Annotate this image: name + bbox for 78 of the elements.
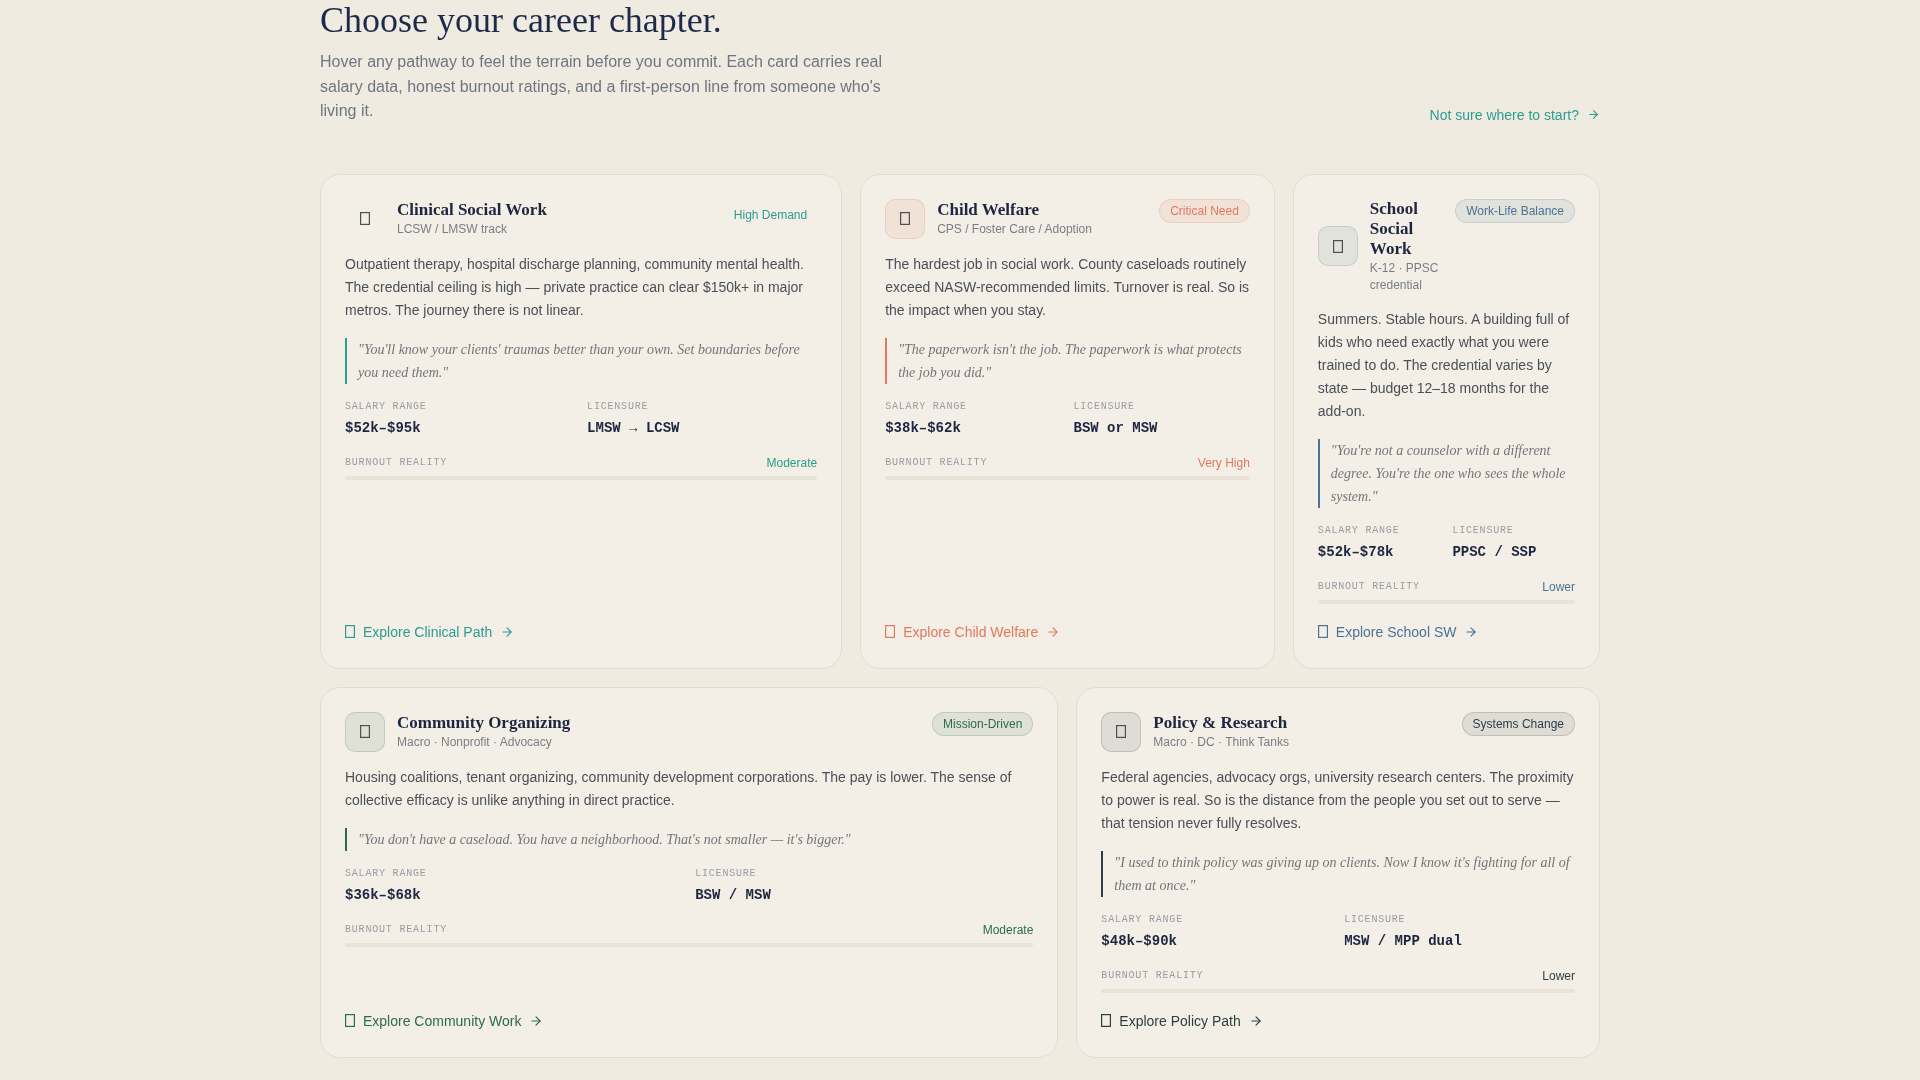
- burnout-reading: Lower: [1542, 579, 1575, 594]
- stat-value: LMSW → LCSW: [587, 418, 681, 438]
- card-description: The hardest job in social work. County caseloads routinely exceed NASW-recommended limits. Turnover is real. So is the impact when you stay.: [885, 254, 1250, 320]
- category-badge: Systems Change: [1461, 711, 1575, 736]
- card-title: Child Welfare: [937, 199, 1041, 220]
- square-icon: [345, 711, 385, 752]
- card-quote: "The paperwork isn't the job. The paperwork is what protects the job you did.": [885, 337, 1250, 384]
- explore-link[interactable]: Explore Community Work: [345, 1008, 544, 1033]
- arrow-right-icon: [500, 624, 515, 639]
- explore-link[interactable]: Explore School SW: [1317, 619, 1479, 644]
- card-description: Housing coalitions, tenant organizing, community development corporations. The pay is lower. The sense of collective efficacy is unlike anything in direct practice.: [345, 767, 1013, 810]
- stat-value: BSW / MSW: [695, 885, 772, 905]
- card-quote: "You're not a counselor with a different degree. You're the one who sees the whole system.": [1317, 438, 1575, 508]
- card-title: School Social Work: [1369, 198, 1419, 259]
- explore-link[interactable]: Explore Child Welfare: [885, 619, 1061, 644]
- card-description: Federal agencies, advocacy orgs, university research centers. The proximity to power is real. So is the distance from the people you set out to serve — that tension never fully resolves.: [1101, 767, 1575, 833]
- stat-value: BSW or MSW: [1073, 418, 1159, 438]
- explore-link[interactable]: Explore Clinical Path: [345, 619, 515, 644]
- burnout-reading: Lower: [1542, 968, 1575, 983]
- page-title: Choose your career chapter.: [320, 0, 723, 41]
- card-subtitle: CPS / Foster Care / Adoption: [937, 220, 1092, 238]
- square-icon: [1317, 625, 1328, 638]
- arrow-right-icon: [1464, 624, 1479, 639]
- stat-label: BURNOUT REALITY: [1317, 579, 1420, 594]
- stat-label: BURNOUT REALITY: [1101, 968, 1204, 983]
- card-subtitle: Macro · DC · Think Tanks: [1153, 733, 1289, 751]
- square-icon: [1101, 1014, 1112, 1027]
- stat-value: $38k–$62k: [885, 418, 962, 438]
- card-quote: "You'll know your clients' traumas better than your own. Set boundaries before you need them.": [345, 337, 818, 384]
- stat-label: SALARY RANGE: [885, 399, 968, 414]
- square-icon: [1317, 226, 1358, 266]
- arrow-right-icon: [1046, 624, 1061, 639]
- card-subtitle: Macro · Nonprofit · Advocacy: [397, 733, 553, 751]
- stat-label: LICENSURE: [587, 399, 650, 414]
- stat-label: SALARY RANGE: [1101, 912, 1184, 927]
- category-badge: Critical Need: [1159, 198, 1250, 223]
- square-icon: [885, 198, 926, 239]
- card-description: Outpatient therapy, hospital discharge planning, community mental health. The credential ceiling is high — private practice can clear $150k+ in major metros. The journey there is not linear.: [345, 254, 805, 320]
- stat-label: LICENSURE: [1073, 399, 1136, 414]
- stat-value: $36k–$68k: [345, 885, 422, 905]
- stat-label: SALARY RANGE: [1317, 523, 1401, 538]
- card-subtitle: LCSW / LMSW track: [397, 220, 508, 238]
- stat-label: BURNOUT REALITY: [885, 455, 988, 470]
- card-title: Policy & Research: [1153, 712, 1289, 733]
- help-link[interactable]: Not sure where to start?: [1429, 104, 1600, 125]
- intro-text: Hover any pathway to feel the terrain before you commit. Each card carries real salary data, honest burnout ratings, and a first-person line from someone who's living it.: [320, 52, 884, 121]
- burnout-reading: Moderate: [982, 922, 1034, 937]
- card-title: Community Organizing: [397, 712, 571, 733]
- card-quote: "I used to think policy was giving up on clients. Now I know it's fighting for all of them at once.": [1101, 850, 1575, 897]
- card-subtitle: K-12 · PPSC credential: [1369, 259, 1440, 294]
- stat-label: SALARY RANGE: [345, 399, 428, 414]
- stat-label: BURNOUT REALITY: [345, 455, 447, 470]
- stat-value: $52k–$95k: [345, 418, 422, 438]
- square-icon: [360, 212, 370, 225]
- arrow-right-icon: [529, 1013, 544, 1028]
- category-label: High Demand: [733, 207, 808, 222]
- stat-label: LICENSURE: [695, 866, 758, 881]
- burnout-reading: Very High: [1197, 455, 1250, 470]
- square-icon: [345, 1014, 355, 1027]
- card-quote: "You don't have a caseload. You have a neighborhood. That's not smaller — it's bigger.": [345, 827, 1034, 851]
- stat-value: $52k–$78k: [1317, 542, 1395, 562]
- stat-label: LICENSURE: [1344, 912, 1407, 927]
- stat-value: PPSC / SSP: [1452, 542, 1538, 562]
- burnout-reading: Moderate: [766, 455, 818, 470]
- category-badge: Mission-Driven: [932, 711, 1034, 736]
- category-badge: Work-Life Balance: [1455, 198, 1575, 223]
- square-icon: [345, 625, 355, 638]
- stat-label: SALARY RANGE: [345, 866, 428, 881]
- stat-label: LICENSURE: [1452, 523, 1515, 538]
- card-title: Clinical Social Work: [397, 199, 547, 220]
- stat-value: $48k–$90k: [1101, 931, 1178, 951]
- card-description: Summers. Stable hours. A building full of kids who need exactly what you were trained to do. The credential varies by state — budget 12–18 months for the add-on.: [1317, 309, 1571, 421]
- arrow-right-icon: [1587, 108, 1600, 121]
- square-icon: [1101, 711, 1142, 752]
- stat-label: BURNOUT REALITY: [345, 922, 447, 937]
- stat-value: MSW / MPP dual: [1344, 931, 1463, 951]
- square-icon: [885, 625, 896, 638]
- explore-link[interactable]: Explore Policy Path: [1101, 1008, 1263, 1033]
